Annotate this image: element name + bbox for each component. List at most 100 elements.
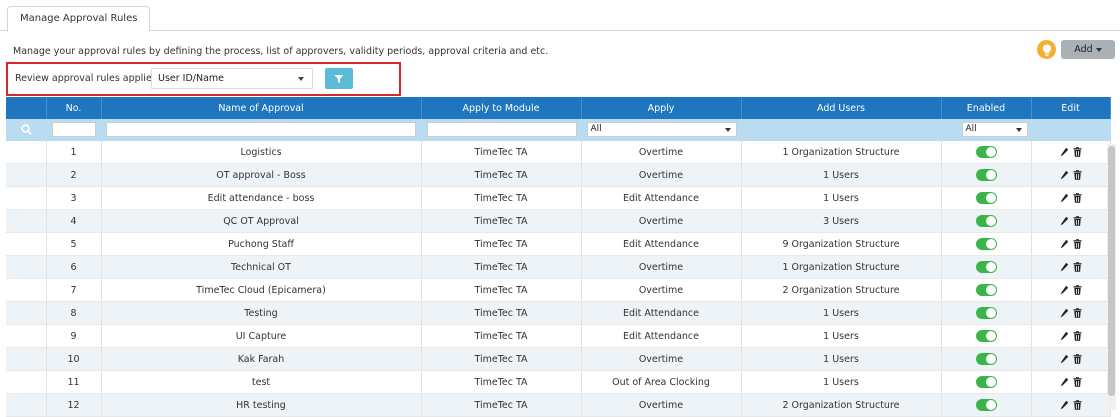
table-row[interactable]: 6 Technical OT TimeTec TA Overtime 1 Organiz… — [6, 255, 1111, 279]
row-select-cell[interactable] — [6, 255, 47, 279]
filter-enabled-select[interactable]: All — [961, 122, 1028, 137]
trash-icon[interactable] — [1073, 239, 1082, 249]
table-row[interactable]: 3 Edit attendance - boss TimeTec TA Edit At… — [6, 186, 1111, 210]
row-users[interactable]: 9 Organization Structure — [741, 232, 942, 256]
row-name[interactable]: Kak Farah — [101, 347, 422, 371]
row-users[interactable]: 1 Organization Structure — [741, 255, 942, 279]
enabled-toggle[interactable] — [975, 307, 997, 319]
filter-name-input[interactable] — [105, 122, 416, 137]
row-users[interactable]: 1 Users — [741, 347, 942, 371]
edit-pencil-icon[interactable] — [1060, 147, 1069, 157]
header-name-of-approval[interactable]: Name of Approval — [101, 97, 422, 119]
header-apply[interactable]: Apply — [581, 97, 742, 119]
row-name[interactable]: HR testing — [101, 393, 422, 417]
header-enabled[interactable]: Enabled — [941, 97, 1032, 119]
row-name[interactable]: Technical OT — [101, 255, 422, 279]
header-add-users[interactable]: Add Users — [741, 97, 942, 119]
enabled-toggle[interactable] — [975, 376, 997, 388]
edit-pencil-icon[interactable] — [1060, 400, 1069, 410]
row-select-cell[interactable] — [6, 370, 47, 394]
table-row[interactable]: 10 Kak Farah TimeTec TA Overtime 1 Users — [6, 347, 1111, 371]
trash-icon[interactable] — [1073, 193, 1082, 203]
row-users[interactable]: 1 Users — [741, 301, 942, 325]
filter-no-input[interactable] — [51, 122, 96, 137]
trash-icon[interactable] — [1073, 170, 1082, 180]
table-row[interactable]: 11 test TimeTec TA Out of Area Clocking 1 Us… — [6, 370, 1111, 394]
row-users[interactable]: 1 Users — [741, 324, 942, 348]
row-name[interactable]: Testing — [101, 301, 422, 325]
row-select-cell[interactable] — [6, 163, 47, 187]
table-row[interactable]: 8 Testing TimeTec TA Edit Attendance 1 Users — [6, 301, 1111, 325]
row-name[interactable]: UI Capture — [101, 324, 422, 348]
row-users[interactable]: 1 Users — [741, 186, 942, 210]
edit-pencil-icon[interactable] — [1060, 331, 1069, 341]
table-row[interactable]: 4 QC OT Approval TimeTec TA Overtime 3 Users — [6, 209, 1111, 233]
filter-button[interactable] — [325, 68, 353, 89]
edit-pencil-icon[interactable] — [1060, 239, 1069, 249]
trash-icon[interactable] — [1073, 354, 1082, 364]
trash-icon[interactable] — [1073, 262, 1082, 272]
table-row[interactable]: 12 HR testing TimeTec TA Overtime 2 Organiza… — [6, 393, 1111, 417]
edit-pencil-icon[interactable] — [1060, 170, 1069, 180]
enabled-toggle[interactable] — [975, 169, 997, 181]
trash-icon[interactable] — [1073, 147, 1082, 157]
enabled-toggle[interactable] — [975, 330, 997, 342]
row-users[interactable]: 2 Organization Structure — [741, 278, 942, 302]
trash-icon[interactable] — [1073, 377, 1082, 387]
scrollbar-thumb[interactable] — [1108, 146, 1115, 396]
row-name[interactable]: OT approval - Boss — [101, 163, 422, 187]
row-name[interactable]: TimeTec Cloud (Epicamera) — [101, 278, 422, 302]
vertical-scrollbar[interactable] — [1107, 144, 1116, 410]
enabled-toggle[interactable] — [975, 353, 997, 365]
lightbulb-icon[interactable] — [1037, 40, 1056, 59]
enabled-toggle[interactable] — [975, 215, 997, 227]
row-users[interactable]: 1 Users — [741, 370, 942, 394]
header-no[interactable]: No. — [46, 97, 102, 119]
trash-icon[interactable] — [1073, 216, 1082, 226]
row-users[interactable]: 3 Users — [741, 209, 942, 233]
enabled-toggle[interactable] — [975, 399, 997, 411]
trash-icon[interactable] — [1073, 331, 1082, 341]
enabled-toggle[interactable] — [975, 261, 997, 273]
row-users[interactable]: 2 Organization Structure — [741, 393, 942, 417]
trash-icon[interactable] — [1073, 400, 1082, 410]
edit-pencil-icon[interactable] — [1060, 193, 1069, 203]
table-row[interactable]: 9 UI Capture TimeTec TA Edit Attendance 1 Us… — [6, 324, 1111, 348]
edit-pencil-icon[interactable] — [1060, 354, 1069, 364]
row-select-cell[interactable] — [6, 141, 47, 164]
row-name[interactable]: test — [101, 370, 422, 394]
filter-module-input[interactable] — [426, 122, 577, 137]
edit-pencil-icon[interactable] — [1060, 308, 1069, 318]
row-select-cell[interactable] — [6, 301, 47, 325]
enabled-toggle[interactable] — [975, 284, 997, 296]
row-select-cell[interactable] — [6, 393, 47, 417]
row-select-cell[interactable] — [6, 347, 47, 371]
edit-pencil-icon[interactable] — [1060, 377, 1069, 387]
table-row[interactable]: 1 Logistics TimeTec TA Overtime 1 Organizati… — [6, 141, 1111, 164]
row-name[interactable]: QC OT Approval — [101, 209, 422, 233]
trash-icon[interactable] — [1073, 285, 1082, 295]
edit-pencil-icon[interactable] — [1060, 216, 1069, 226]
trash-icon[interactable] — [1073, 308, 1082, 318]
filter-apply-select[interactable]: All — [586, 122, 737, 137]
review-user-select[interactable]: User ID/Name — [151, 68, 313, 89]
row-select-cell[interactable] — [6, 232, 47, 256]
table-row[interactable]: 2 OT approval - Boss TimeTec TA Overtime 1 U… — [6, 163, 1111, 187]
search-icon[interactable] — [21, 124, 32, 135]
row-select-cell[interactable] — [6, 278, 47, 302]
row-name[interactable]: Edit attendance - boss — [101, 186, 422, 210]
enabled-toggle[interactable] — [975, 146, 997, 158]
row-select-cell[interactable] — [6, 186, 47, 210]
add-button[interactable]: Add — [1061, 40, 1115, 59]
edit-pencil-icon[interactable] — [1060, 285, 1069, 295]
row-name[interactable]: Logistics — [101, 141, 422, 164]
table-row[interactable]: 5 Puchong Staff TimeTec TA Edit Attendance 9… — [6, 232, 1111, 256]
enabled-toggle[interactable] — [975, 192, 997, 204]
row-name[interactable]: Puchong Staff — [101, 232, 422, 256]
row-users[interactable]: 1 Users — [741, 163, 942, 187]
row-select-cell[interactable] — [6, 209, 47, 233]
row-select-cell[interactable] — [6, 324, 47, 348]
enabled-toggle[interactable] — [975, 238, 997, 250]
edit-pencil-icon[interactable] — [1060, 262, 1069, 272]
table-row[interactable]: 7 TimeTec Cloud (Epicamera) TimeTec TA Over… — [6, 278, 1111, 302]
